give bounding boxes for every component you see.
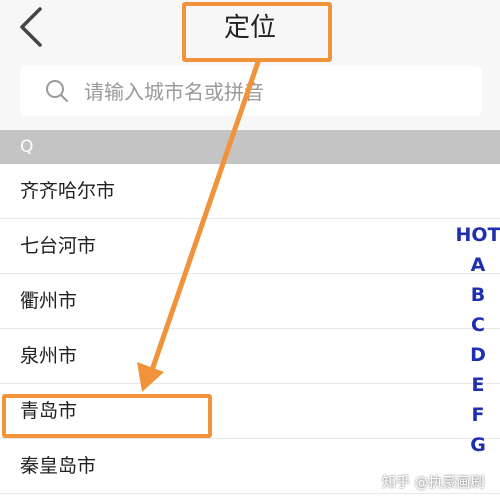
index-item-b[interactable]: B <box>448 280 500 310</box>
city-item[interactable]: 齐齐哈尔市 <box>0 164 500 219</box>
city-item[interactable]: 衢州市 <box>0 274 500 329</box>
index-item-g[interactable]: G <box>448 430 500 460</box>
title-highlight-box <box>182 2 332 62</box>
index-item-d[interactable]: D <box>448 340 500 370</box>
city-item[interactable]: 泉州市 <box>0 329 500 384</box>
index-item-f[interactable]: F <box>448 400 500 430</box>
city-item[interactable]: 七台河市 <box>0 219 500 274</box>
city-list: 齐齐哈尔市 七台河市 衢州市 泉州市 青岛市 秦皇岛市 <box>0 164 500 494</box>
search-area <box>0 56 500 130</box>
watermark: 知乎 @执豪画刷 <box>382 475 485 491</box>
index-item-e[interactable]: E <box>448 370 500 400</box>
city-highlight-box <box>2 394 212 438</box>
index-item-hot[interactable]: HOT <box>448 220 500 250</box>
search-input[interactable] <box>82 66 466 118</box>
search-icon <box>46 80 68 102</box>
index-item-a[interactable]: A <box>448 250 500 280</box>
index-item-c[interactable]: C <box>448 310 500 340</box>
alphabet-index-bar: HOT A B C D E F G <box>448 220 500 460</box>
section-header-q: Q <box>0 130 500 164</box>
search-box[interactable] <box>20 66 482 118</box>
